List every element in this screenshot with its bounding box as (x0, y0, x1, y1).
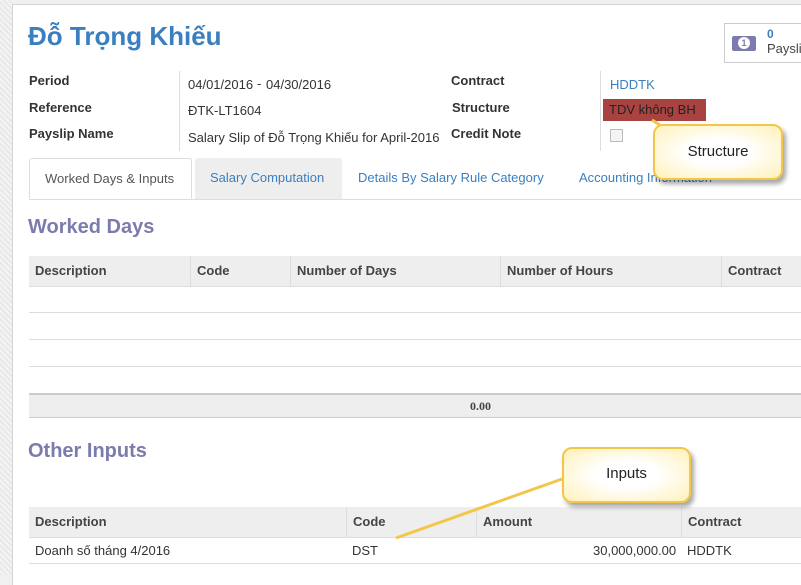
empty-row[interactable] (29, 312, 801, 313)
worked-days-header: Description Code Number of Days Number o… (29, 256, 801, 287)
payslip-name-label: Payslip Name (29, 126, 114, 141)
column-header[interactable]: Code (190, 256, 230, 286)
other-inputs-header: Description Code Amount Contract (29, 507, 801, 538)
structure-callout: Structure (653, 124, 783, 180)
background-pattern (0, 0, 12, 575)
contract-label: Contract (451, 73, 505, 88)
tab-worked-days-inputs[interactable]: Worked Days & Inputs (29, 158, 192, 199)
column-header[interactable]: Description (29, 507, 107, 537)
credit-note-checkbox[interactable] (610, 129, 623, 142)
credit-note-label: Credit Note (451, 126, 522, 141)
reference-label: Reference (29, 100, 92, 115)
other-inputs-title: Other Inputs (28, 440, 147, 462)
inputs-callout: Inputs (562, 447, 691, 503)
payslip-name-field[interactable]: Salary Slip of Đỗ Trọng Khiếu for April-… (188, 130, 439, 145)
period-separator: - (257, 76, 262, 91)
worked-days-footer: 0.00 (29, 393, 801, 418)
reference-field[interactable]: ĐTK-LT1604 (188, 103, 261, 118)
input-code: DST (352, 543, 378, 558)
tab-salary-computation[interactable]: Salary Computation (195, 158, 342, 199)
field-divider (179, 71, 180, 151)
empty-row[interactable] (29, 339, 801, 340)
structure-field[interactable]: TDV không BH (603, 99, 706, 121)
total-days: 0.00 (470, 399, 491, 413)
contract-link[interactable]: HDDTK (610, 77, 655, 92)
column-header[interactable]: Code (346, 507, 386, 537)
structure-label: Structure (452, 100, 510, 115)
column-header[interactable]: Amount (476, 507, 532, 537)
worked-days-title: Worked Days (28, 216, 155, 238)
payslip-count: 0 (767, 27, 774, 41)
tab-details-by-salary-rule-category[interactable]: Details By Salary Rule Category (343, 158, 559, 199)
payslip-stat-button[interactable]: 0 Payslip (724, 23, 801, 63)
payslip-stat-label: Payslip (767, 41, 801, 56)
column-header[interactable]: Number of Days (290, 256, 397, 286)
input-description: Doanh số tháng 4/2016 (35, 543, 171, 558)
column-header[interactable]: Description (29, 256, 107, 286)
field-divider (600, 71, 601, 151)
column-header[interactable]: Number of Hours (500, 256, 613, 286)
input-amount: 30,000,000.00 (593, 543, 677, 558)
empty-row[interactable] (29, 366, 801, 367)
row-divider (29, 563, 801, 564)
column-header[interactable]: Contract (681, 507, 741, 537)
input-contract: HDDTK (687, 543, 732, 558)
period-to-field[interactable]: 04/30/2016 (266, 77, 331, 92)
employee-title: Đỗ Trọng Khiếu (28, 21, 222, 51)
column-header[interactable]: Contract (721, 256, 781, 286)
period-from-field[interactable]: 04/01/2016 (188, 77, 253, 92)
period-label: Period (29, 73, 70, 88)
money-icon (732, 36, 756, 51)
